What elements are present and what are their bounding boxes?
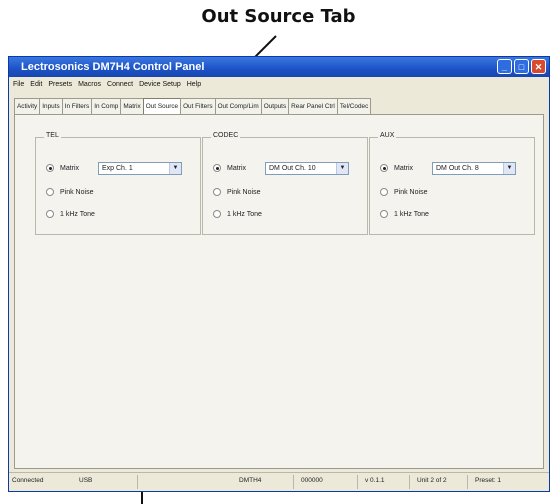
status-connection: Connected (12, 477, 44, 484)
tab-matrix[interactable]: Matrix (120, 98, 144, 114)
group-codec-label: CODEC (211, 132, 241, 139)
tel-source-select[interactable]: Exp Ch. 1 ▼ (98, 162, 182, 175)
status-divider (467, 475, 468, 489)
out-source-panel: TEL Matrix Exp Ch. 1 ▼ Pink Noise 1 kHz … (14, 114, 544, 469)
maximize-icon[interactable]: □ (514, 59, 529, 74)
tel-pink-noise-option[interactable]: Pink Noise (46, 188, 93, 196)
status-divider (357, 475, 358, 489)
tab-out-filters[interactable]: Out Filters (180, 98, 216, 114)
menu-connect[interactable]: Connect (107, 77, 133, 92)
tab-out-comp-lim[interactable]: Out Comp/Lim (214, 98, 262, 114)
aux-tone-option[interactable]: 1 kHz Tone (380, 210, 429, 218)
option-label: 1 kHz Tone (227, 210, 262, 218)
tab-out-source[interactable]: Out Source (142, 98, 182, 114)
radio-icon[interactable] (46, 188, 54, 196)
status-serial: 000000 (301, 477, 323, 484)
tel-matrix-option[interactable]: Matrix (46, 164, 79, 172)
radio-icon[interactable] (46, 164, 54, 172)
radio-icon[interactable] (46, 210, 54, 218)
minimize-icon[interactable]: _ (497, 59, 512, 74)
menu-device-setup[interactable]: Device Setup (139, 77, 181, 92)
chevron-down-icon[interactable]: ▼ (169, 163, 181, 174)
status-preset: Preset: 1 (475, 477, 502, 484)
chevron-down-icon[interactable]: ▼ (336, 163, 348, 174)
group-tel-label: TEL (44, 132, 61, 139)
codec-tone-option[interactable]: 1 kHz Tone (213, 210, 262, 218)
codec-matrix-option[interactable]: Matrix (213, 164, 246, 172)
status-divider (409, 475, 410, 489)
menu-presets[interactable]: Presets (48, 77, 72, 92)
tab-in-comp[interactable]: In Comp (91, 98, 122, 114)
tab-tel-codec[interactable]: Tel/Codec (336, 98, 372, 114)
status-bar: Connected USB DMTH4 000000 v 0.1.1 Unit … (9, 472, 549, 491)
radio-icon[interactable] (380, 188, 388, 196)
group-tel: TEL Matrix Exp Ch. 1 ▼ Pink Noise 1 kHz … (35, 132, 201, 235)
menu-macros[interactable]: Macros (78, 77, 101, 92)
menu-help[interactable]: Help (187, 77, 201, 92)
option-label: 1 kHz Tone (394, 210, 429, 218)
status-divider (137, 475, 138, 489)
window-title: Lectrosonics DM7H4 Control Panel (21, 61, 205, 73)
menu-file[interactable]: File (13, 77, 24, 92)
status-divider (293, 475, 294, 489)
radio-icon[interactable] (213, 188, 221, 196)
option-label: Matrix (394, 164, 414, 172)
tel-source-value: Exp Ch. 1 (102, 165, 133, 172)
codec-pink-noise-option[interactable]: Pink Noise (213, 188, 260, 196)
group-aux-label: AUX (378, 132, 397, 139)
codec-source-select[interactable]: DM Out Ch. 10 ▼ (265, 162, 349, 175)
tab-outputs[interactable]: Outputs (260, 98, 290, 114)
aux-pink-noise-option[interactable]: Pink Noise (380, 188, 427, 196)
status-device: DMTH4 (239, 477, 262, 484)
tel-tone-option[interactable]: 1 kHz Tone (46, 210, 95, 218)
app-window: Lectrosonics DM7H4 Control Panel _ □ ✕ F… (8, 56, 550, 492)
menu-edit[interactable]: Edit (30, 77, 42, 92)
tab-inputs[interactable]: Inputs (39, 98, 63, 114)
radio-icon[interactable] (380, 164, 388, 172)
window-controls: _ □ ✕ (497, 59, 546, 74)
option-label: 1 kHz Tone (60, 210, 95, 218)
option-label: Matrix (227, 164, 247, 172)
option-label: Pink Noise (60, 188, 94, 196)
tab-in-filters[interactable]: In Filters (61, 98, 93, 114)
aux-matrix-option[interactable]: Matrix (380, 164, 413, 172)
close-icon[interactable]: ✕ (531, 59, 546, 74)
option-label: Pink Noise (227, 188, 261, 196)
radio-icon[interactable] (380, 210, 388, 218)
radio-icon[interactable] (213, 210, 221, 218)
aux-source-value: DM Out Ch. 8 (436, 165, 479, 172)
option-label: Matrix (60, 164, 80, 172)
codec-source-value: DM Out Ch. 10 (269, 165, 316, 172)
group-aux: AUX Matrix DM Out Ch. 8 ▼ Pink Noise 1 k… (369, 132, 535, 235)
tab-activity[interactable]: Activity (14, 98, 41, 114)
aux-source-select[interactable]: DM Out Ch. 8 ▼ (432, 162, 516, 175)
menu-bar: File Edit Presets Macros Connect Device … (9, 77, 549, 92)
group-codec: CODEC Matrix DM Out Ch. 10 ▼ Pink Noise … (202, 132, 368, 235)
title-bar: Lectrosonics DM7H4 Control Panel _ □ ✕ (9, 57, 549, 77)
tab-strip: Activity Inputs In Filters In Comp Matri… (14, 98, 544, 114)
status-port: USB (79, 477, 93, 484)
tab-rear-panel-ctrl[interactable]: Rear Panel Ctrl (288, 98, 338, 114)
radio-icon[interactable] (213, 164, 221, 172)
status-version: v 0.1.1 (365, 477, 385, 484)
chevron-down-icon[interactable]: ▼ (503, 163, 515, 174)
status-unit: Unit 2 of 2 (417, 477, 447, 484)
option-label: Pink Noise (394, 188, 428, 196)
